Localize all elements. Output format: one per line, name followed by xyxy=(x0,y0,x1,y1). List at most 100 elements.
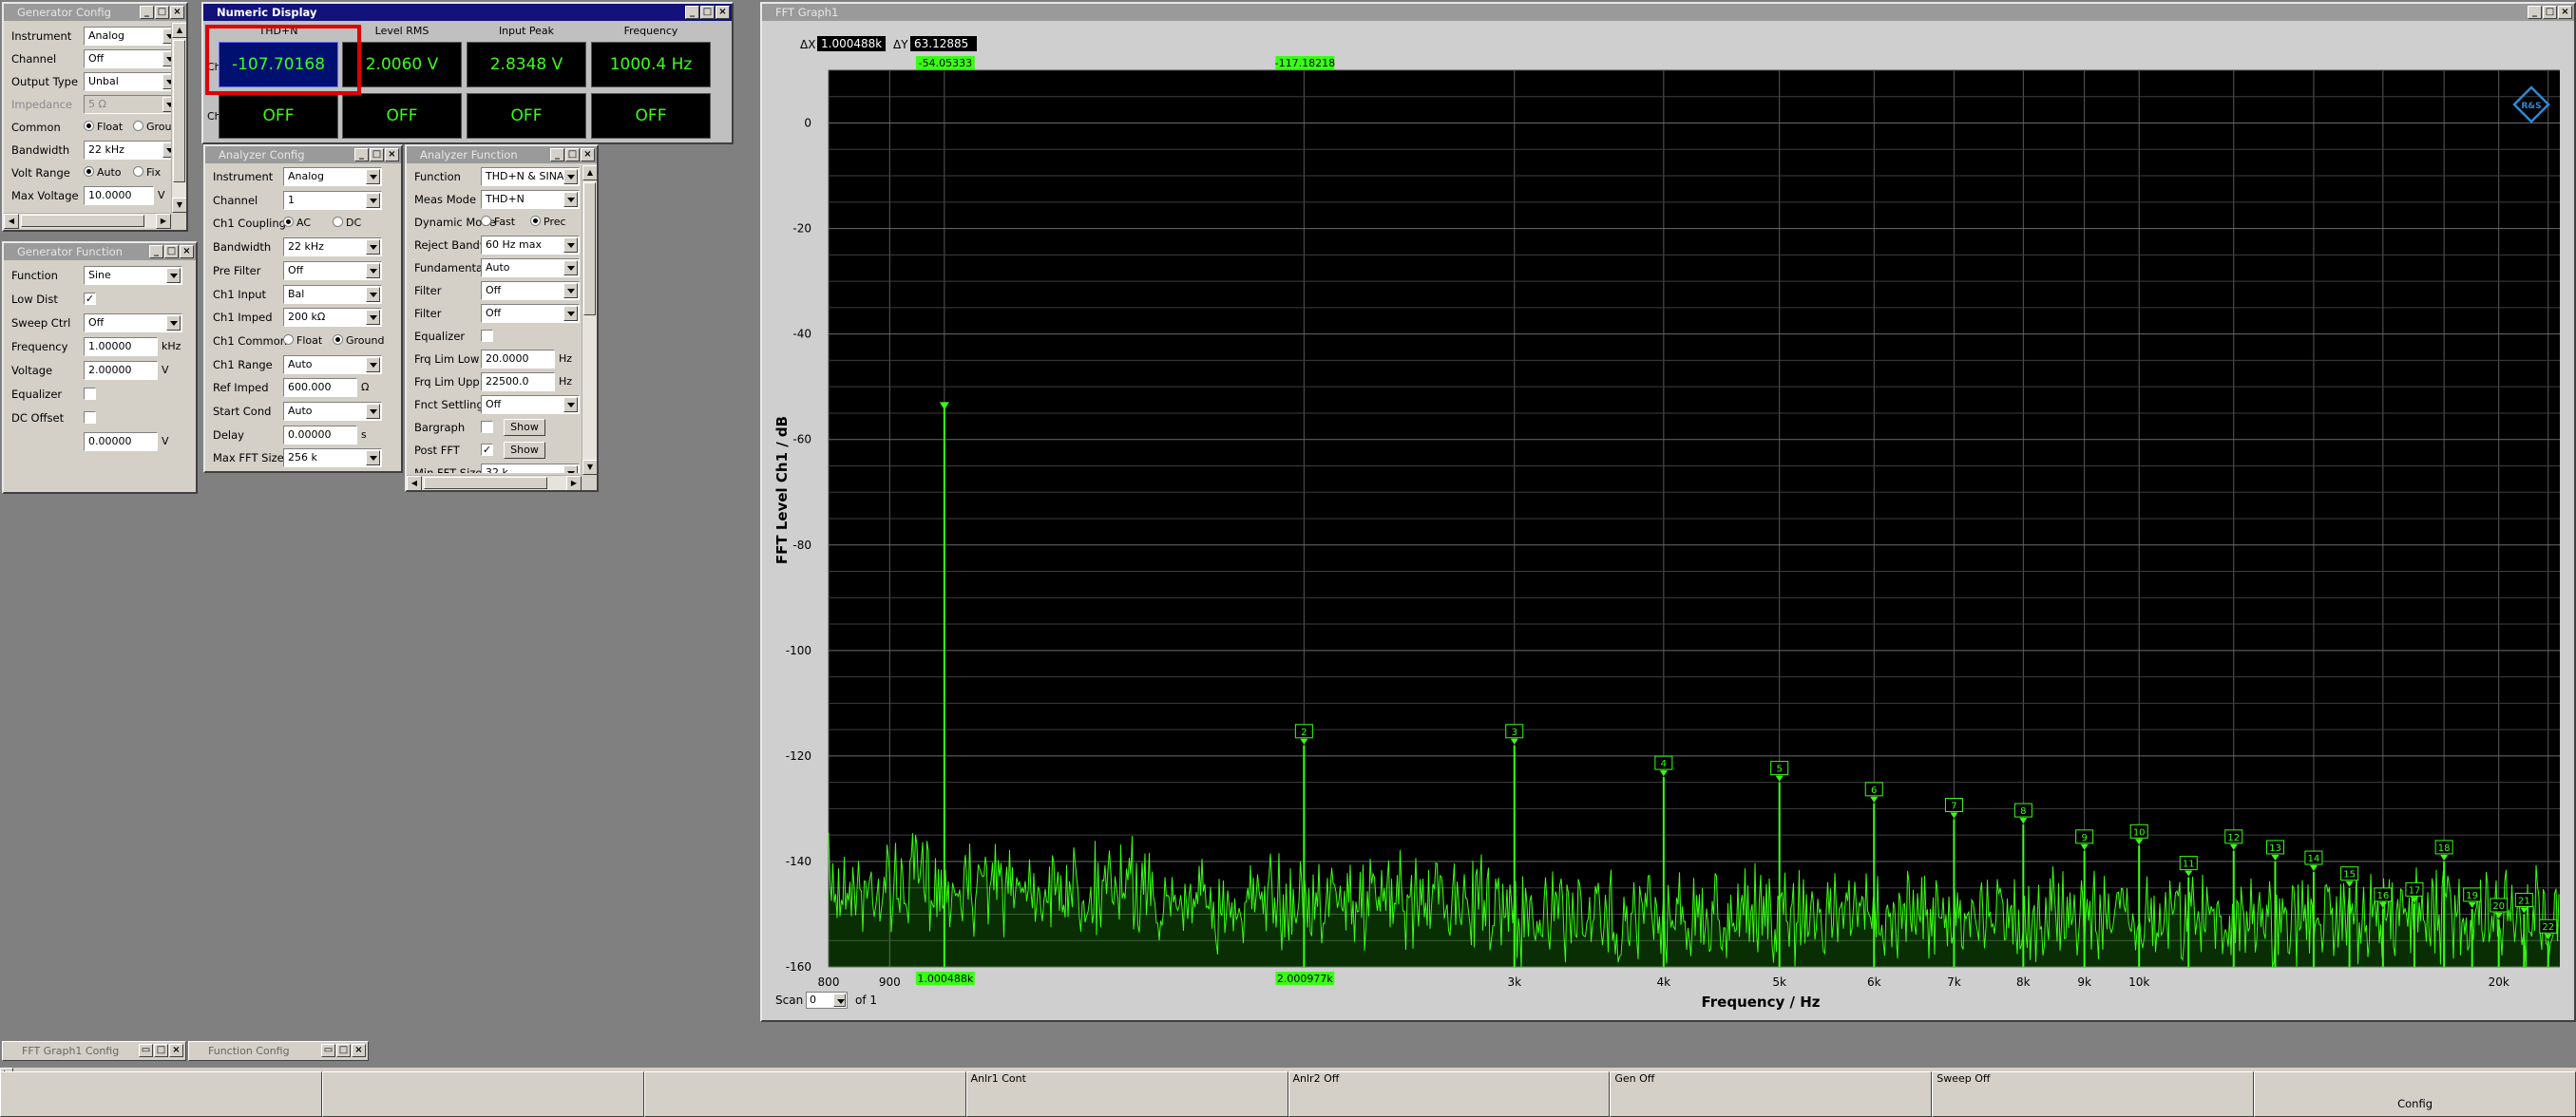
scroll-right-icon[interactable]: ▶ xyxy=(566,476,582,490)
restore-icon[interactable]: ▭ xyxy=(321,1044,335,1057)
radio-dc[interactable]: DC xyxy=(333,217,361,229)
setting-field-ch1-input[interactable]: Bal xyxy=(283,284,382,304)
checkbox-equalizer[interactable] xyxy=(481,330,493,342)
checkbox-equalizer[interactable] xyxy=(84,388,96,400)
checkbox-bargraph[interactable] xyxy=(481,421,493,433)
harmonic-marker[interactable]: 13 xyxy=(2265,840,2284,855)
setting-field-sweep-ctrl[interactable]: Off xyxy=(84,313,182,332)
radio-float[interactable]: Float xyxy=(84,121,123,133)
harmonic-marker[interactable]: 18 xyxy=(2434,840,2453,855)
checkbox-low-dist[interactable]: ✓ xyxy=(84,293,96,305)
harmonic-marker[interactable]: 4 xyxy=(1654,755,1673,770)
setting-field-pre-filter[interactable]: Off xyxy=(283,260,382,280)
setting-field-filter[interactable]: Off xyxy=(481,304,580,323)
scroll-up-icon[interactable]: ▲ xyxy=(172,23,186,38)
chevron-down-icon[interactable] xyxy=(366,356,380,372)
generator-function-titlebar[interactable]: Generator Function _ □ × xyxy=(4,243,196,260)
setting-field-reject-bandw[interactable]: 60 Hz max xyxy=(481,236,580,255)
harmonic-marker[interactable]: 6 xyxy=(1864,782,1883,797)
harmonic-marker[interactable]: 17 xyxy=(2405,881,2424,897)
chevron-down-icon[interactable] xyxy=(366,192,380,208)
ch2-readout-frequency[interactable]: OFF xyxy=(591,93,711,139)
horizontal-scrollbar[interactable]: ◀ ▶ xyxy=(407,475,582,490)
radio-prec[interactable]: Prec xyxy=(530,216,566,228)
chevron-down-icon[interactable] xyxy=(366,450,380,466)
setting-field-max-voltage[interactable]: 10.0000 xyxy=(84,186,154,205)
setting-field-filter[interactable]: Off xyxy=(481,281,580,300)
softkey-button-8[interactable]: Config xyxy=(2254,1071,2576,1117)
setting-field-function[interactable]: Sine xyxy=(84,266,182,285)
chevron-down-icon[interactable] xyxy=(563,192,578,207)
setting-field-max-fft-size[interactable]: 256 k xyxy=(283,448,382,468)
harmonic-marker[interactable]: 14 xyxy=(2304,850,2323,865)
scroll-thumb[interactable] xyxy=(583,182,596,315)
softkey-button-4[interactable]: Anlr1 Cont xyxy=(965,1071,1288,1117)
chevron-down-icon[interactable] xyxy=(563,237,578,253)
chevron-down-icon[interactable] xyxy=(563,169,578,184)
radio-fix[interactable]: Fix xyxy=(133,166,161,179)
setting-field-channel[interactable]: Off xyxy=(84,49,179,68)
scroll-thumb[interactable] xyxy=(424,477,547,489)
scroll-up-icon[interactable]: ▲ xyxy=(582,165,597,180)
numeric-display-titlebar[interactable]: Numeric Display _ □ × xyxy=(203,4,732,21)
vertical-scrollbar[interactable]: ▲ ▼ xyxy=(582,165,597,475)
setting-field-output-type[interactable]: Unbal xyxy=(84,72,179,91)
setting-field-voltage[interactable]: 2.00000 xyxy=(84,361,158,380)
chevron-down-icon[interactable] xyxy=(366,239,380,256)
harmonic-marker[interactable]: 5 xyxy=(1770,761,1789,776)
softkey-button-3[interactable] xyxy=(643,1071,966,1117)
chevron-down-icon[interactable] xyxy=(166,315,181,331)
maximize-icon[interactable]: □ xyxy=(164,245,179,258)
softkey-button-1[interactable] xyxy=(0,1071,322,1117)
chevron-down-icon[interactable] xyxy=(563,260,578,275)
setting-field-fnct-settling[interactable]: Off xyxy=(481,395,580,414)
setting-field-ch1-imped[interactable]: 200 kΩ xyxy=(283,308,382,328)
radio-float[interactable]: Float xyxy=(283,333,322,347)
checkbox-post-fft[interactable]: ✓ xyxy=(481,444,493,456)
chevron-down-icon[interactable] xyxy=(563,397,578,412)
fft-chart[interactable]: 2 3 4 5 6 7 8 9 10 11 12 13 14 15 16 17 18 19 20 21 22 0 -20 -4… xyxy=(762,4,2574,1020)
radio-ground[interactable]: Ground xyxy=(333,333,384,347)
close-icon[interactable]: × xyxy=(352,1044,366,1057)
close-icon[interactable]: × xyxy=(716,6,730,19)
show-button[interactable]: Show xyxy=(504,419,545,436)
tab-fft-graph1-config[interactable]: FFT Graph1 Config ▭ □ × xyxy=(2,1041,186,1061)
minimize-icon[interactable]: _ xyxy=(550,148,564,161)
harmonic-marker[interactable]: 7 xyxy=(1944,798,1963,813)
generator-config-titlebar[interactable]: Generator Config _ □ × xyxy=(4,4,186,21)
close-icon[interactable]: × xyxy=(180,245,194,258)
setting-field-ch1-range[interactable]: Auto xyxy=(283,354,382,374)
harmonic-marker[interactable]: 11 xyxy=(2179,856,2198,871)
chevron-down-icon[interactable] xyxy=(563,465,578,473)
maximize-icon[interactable]: □ xyxy=(370,148,384,161)
setting-field-bandwidth[interactable]: 22 kHz xyxy=(283,237,382,257)
radio-fast[interactable]: Fast xyxy=(481,216,515,228)
setting-field-frequency[interactable]: 1.00000 xyxy=(84,337,158,356)
setting-field-function[interactable]: THD+N & SINAD xyxy=(481,167,580,186)
harmonic-marker[interactable]: 16 xyxy=(2374,887,2393,902)
setting-field-channel[interactable]: 1 xyxy=(283,190,382,210)
analyzer-function-titlebar[interactable]: Analyzer Function _ □ × xyxy=(407,146,597,163)
harmonic-marker[interactable]: 8 xyxy=(2013,803,2032,818)
chevron-down-icon[interactable] xyxy=(166,268,181,283)
harmonic-marker[interactable]: 9 xyxy=(2075,829,2094,844)
harmonic-marker[interactable]: 20 xyxy=(2490,898,2509,913)
maximize-icon[interactable]: □ xyxy=(155,6,169,19)
analyzer-config-titlebar[interactable]: Analyzer Config _ □ × xyxy=(205,146,401,163)
harmonic-marker[interactable]: 2 xyxy=(1294,724,1313,739)
minimize-icon[interactable]: _ xyxy=(685,6,699,19)
setting-field-fundamental[interactable]: Auto xyxy=(481,258,580,277)
radio-auto[interactable]: Auto xyxy=(84,166,122,179)
chevron-down-icon[interactable] xyxy=(366,310,380,326)
close-icon[interactable]: × xyxy=(581,148,595,161)
chevron-down-icon[interactable] xyxy=(366,262,380,278)
setting-field-min-fft-size[interactable]: 32 k xyxy=(481,464,580,473)
ch2-readout-level-rms[interactable]: OFF xyxy=(342,93,462,139)
scroll-right-icon[interactable]: ▶ xyxy=(156,214,171,229)
harmonic-marker[interactable]: 22 xyxy=(2539,918,2558,934)
close-icon[interactable]: × xyxy=(169,1044,183,1057)
scroll-down-icon[interactable]: ▼ xyxy=(172,198,186,213)
softkey-button-5[interactable]: Anlr2 Off xyxy=(1288,1071,1611,1117)
setting-field-start-cond[interactable]: Auto xyxy=(283,402,382,421)
chevron-down-icon[interactable] xyxy=(366,169,380,184)
